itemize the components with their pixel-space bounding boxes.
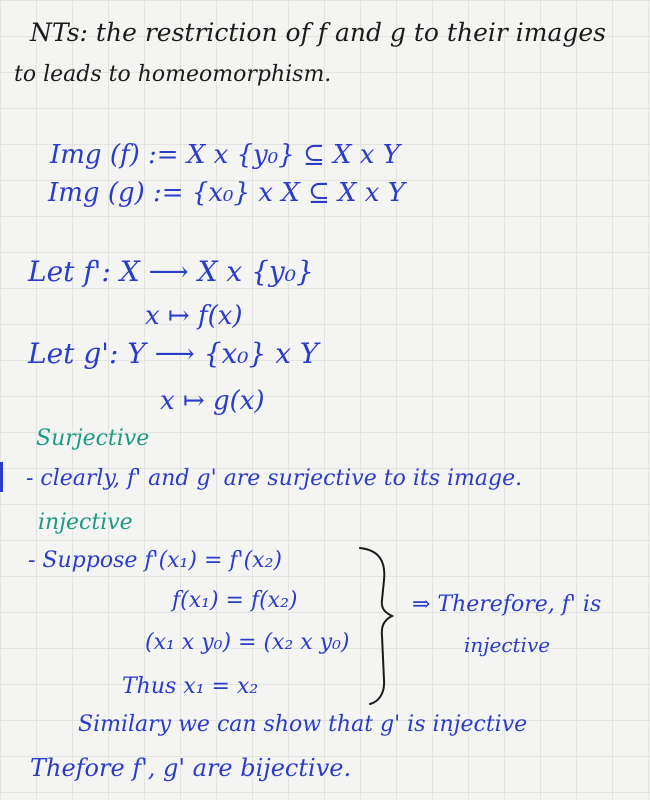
injective-line-3: (x₁ x y₀) = (x₂ x y₀) [145,630,350,655]
heading-line-1: NTs: the restriction of f and g to their… [30,18,607,47]
heading-line-2: to leads to homeomorphism. [14,62,332,87]
let-f-map: Let f': X ⟶ X x {y₀} [28,255,314,288]
let-g-map: Let g': Y ⟶ {x₀} x Y [28,337,319,370]
therefore-line-1: ⇒ Therefore, f' is [412,592,602,617]
let-g-mapsto: x ↦ g(x) [160,386,265,416]
let-f-mapsto: x ↦ f(x) [145,301,243,331]
conclusion-line: Thefore f', g' are bijective. [30,754,352,782]
handwritten-note-page: NTs: the restriction of f and g to their… [0,0,650,800]
img-g-definition: Img (g) := {x₀} x X ⊆ X x Y [48,178,405,208]
surjective-text: - clearly, f' and g' are surjective to i… [26,466,523,491]
injective-line-2: f(x₁) = f(x₂) [172,588,298,613]
similarly-line: Similary we can show that g' is injectiv… [78,712,528,737]
handwritten-marks [359,547,395,705]
injective-line-1: - Suppose f'(x₁) = f'(x₂) [28,548,282,573]
right-brace-mark [359,547,395,705]
therefore-line-2: injective [464,633,551,657]
injective-title: injective [38,510,133,535]
page-edge-marker [0,462,3,492]
img-f-definition: Img (f) := X x {y₀} ⊆ X x Y [50,140,400,170]
surjective-title: Surjective [36,426,150,451]
injective-line-4: Thus x₁ = x₂ [122,674,259,699]
